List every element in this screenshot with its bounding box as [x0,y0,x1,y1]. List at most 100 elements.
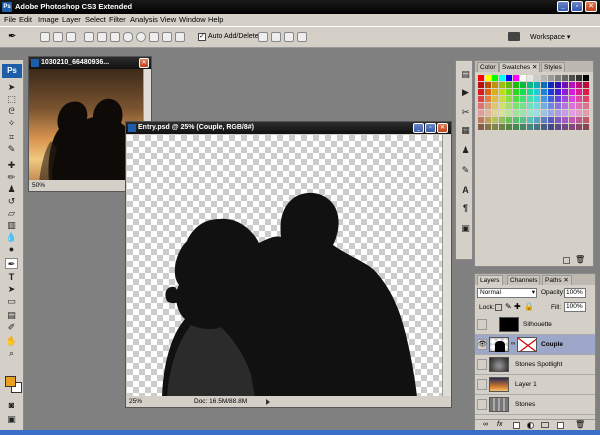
restore-button[interactable]: ▫ [571,1,583,12]
swatch[interactable] [541,124,547,130]
swatch[interactable] [499,103,505,109]
swatch[interactable] [562,124,568,130]
paragraph-icon[interactable]: ¶ [459,203,472,214]
swatch[interactable] [478,89,484,95]
eye-icon[interactable]: 👁 [477,339,487,350]
swatch[interactable] [513,103,519,109]
swatch[interactable] [569,110,575,116]
adjustment-layer-icon[interactable] [527,422,534,429]
swatch[interactable] [562,75,568,81]
info-icon[interactable]: ▣ [459,223,472,234]
swatch[interactable] [499,75,505,81]
swatch[interactable] [534,89,540,95]
swatch[interactable] [541,89,547,95]
menu-window[interactable]: Window [179,15,206,24]
clone-stamp-icon[interactable]: ♟ [5,184,18,195]
visibility-toggle[interactable] [477,359,487,370]
blur-tool-icon[interactable]: 💧 [5,232,18,243]
swatch[interactable] [569,103,575,109]
move-tool-icon[interactable]: ➤ [5,82,18,93]
layer-comps-icon[interactable]: ▦ [459,125,472,136]
swatch[interactable] [485,103,491,109]
swatch[interactable] [513,82,519,88]
swatch[interactable] [499,82,505,88]
swatch[interactable] [534,75,540,81]
swatch[interactable] [541,75,547,81]
swatch[interactable] [541,82,547,88]
tab-swatches[interactable]: Swatches ✕ [499,62,541,72]
swatch[interactable] [555,89,561,95]
swatch[interactable] [562,89,568,95]
swatch[interactable] [569,96,575,102]
swatch[interactable] [548,117,554,123]
swatch[interactable] [492,103,498,109]
swatch[interactable] [569,124,575,130]
lock-position-icon[interactable]: ✚ [514,302,521,311]
swatch[interactable] [520,89,526,95]
minimize-button[interactable]: _ [557,1,569,12]
swatch[interactable] [541,103,547,109]
swatch[interactable] [555,82,561,88]
tab-channels[interactable]: Channels [507,275,541,285]
swatch[interactable] [583,103,589,109]
swatch[interactable] [548,96,554,102]
swatch[interactable] [513,110,519,116]
swatch[interactable] [534,124,540,130]
menu-edit[interactable]: Edit [19,15,32,24]
tab-color[interactable]: Color [477,62,499,72]
swatch[interactable] [513,89,519,95]
gradient-tool-icon[interactable]: ▥ [5,220,18,231]
swatch[interactable] [485,110,491,116]
swatch[interactable] [513,124,519,130]
swatch[interactable] [583,75,589,81]
doc2-vertical-scrollbar[interactable] [442,135,451,397]
line-button[interactable] [162,32,172,42]
swatch[interactable] [548,103,554,109]
swatch[interactable] [562,82,568,88]
link-layers-icon[interactable]: ∞ [483,421,488,428]
menu-help[interactable]: Help [208,15,223,24]
swatch[interactable] [534,96,540,102]
quick-mask-icon[interactable]: ◙ [5,400,18,411]
swatch-grid[interactable] [478,75,590,141]
swatch[interactable] [576,117,582,123]
swatch[interactable] [506,117,512,123]
shape-layers-button[interactable] [40,32,50,42]
swatch[interactable] [576,82,582,88]
layer-row-couple[interactable]: 👁 ∞ Couple [475,335,595,355]
opacity-input[interactable]: 100% [564,288,586,298]
path-add-button[interactable] [258,32,268,42]
path-selection-icon[interactable]: ➤ [5,284,18,295]
swatch[interactable] [492,96,498,102]
swatch[interactable] [569,89,575,95]
swatch[interactable] [548,124,554,130]
swatch[interactable] [562,110,568,116]
custom-shape-button[interactable] [175,32,185,42]
clone-source-icon[interactable]: ♟ [459,145,472,156]
menu-analysis[interactable]: Analysis [130,15,158,24]
navigator-icon[interactable]: ▤ [459,69,472,80]
healing-brush-icon[interactable]: ✚ [5,160,18,171]
swatch[interactable] [506,89,512,95]
swatch[interactable] [527,117,533,123]
doc1-close-button[interactable]: ✕ [139,58,149,68]
foreground-color-swatch[interactable] [5,376,16,387]
chain-link-icon[interactable]: ∞ [511,341,515,347]
lasso-tool-icon[interactable]: ᘓ [5,106,18,117]
hand-tool-icon[interactable]: ✋ [5,336,18,347]
layer-row-stones[interactable]: Stones [475,395,595,415]
swatch[interactable] [548,110,554,116]
doc2-zoom[interactable]: 25% [129,396,142,407]
swatch[interactable] [555,117,561,123]
menu-layer[interactable]: Layer [62,15,81,24]
swatch[interactable] [527,124,533,130]
path-subtract-button[interactable] [271,32,281,42]
freeform-pen-button[interactable] [97,32,107,42]
type-tool-icon[interactable]: T [5,272,18,283]
doc1-zoom[interactable]: 50% [29,182,45,189]
swatch[interactable] [541,110,547,116]
menu-filter[interactable]: Filter [109,15,126,24]
swatch[interactable] [506,124,512,130]
polygon-button[interactable] [149,32,159,42]
swatch[interactable] [513,75,519,81]
